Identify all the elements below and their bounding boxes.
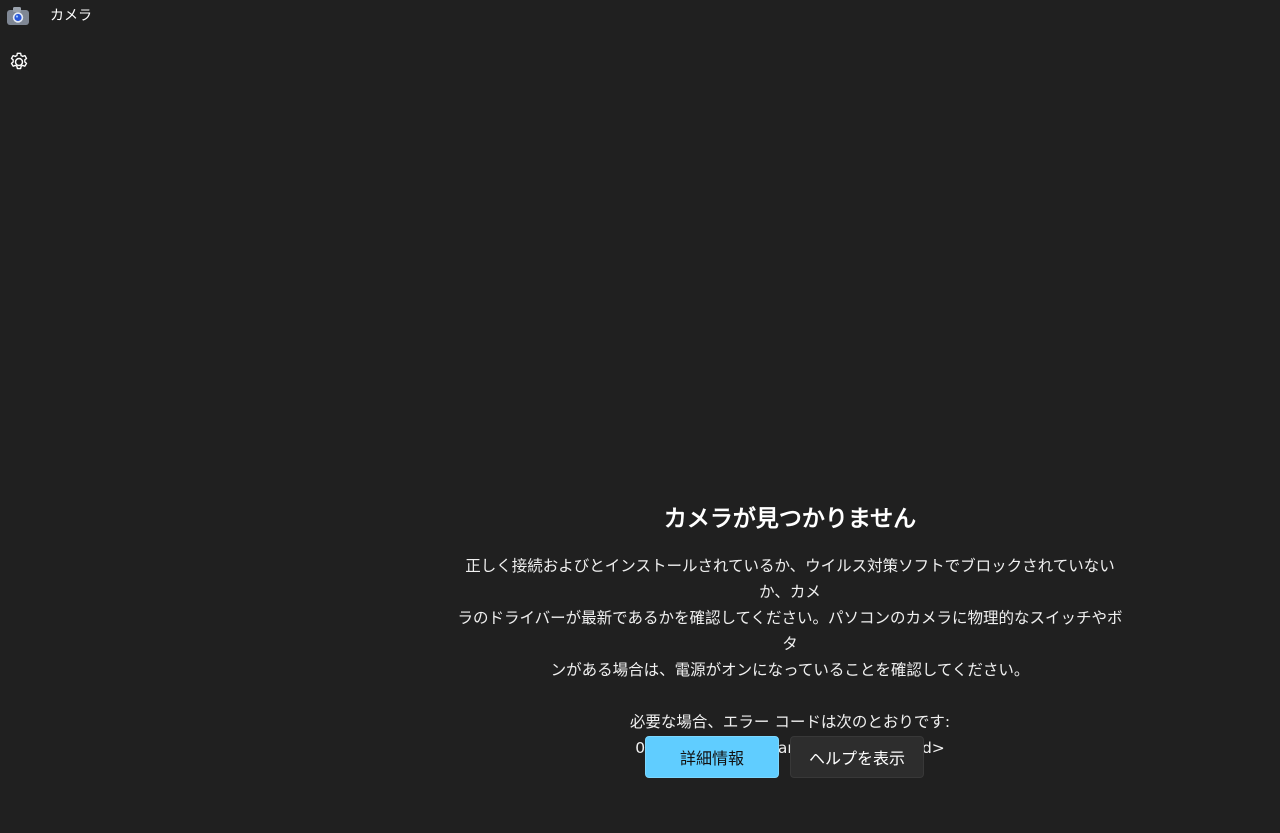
camera-icon bbox=[6, 6, 30, 26]
gear-icon bbox=[8, 51, 30, 77]
description-line: ンがある場合は、電源がオンになっていることを確認してください。 bbox=[550, 661, 1030, 679]
description-line: 正しく接続およびとインストールされているか、ウイルス対策ソフトでブロックされてい… bbox=[465, 557, 1115, 601]
details-button[interactable]: 詳細情報 bbox=[645, 736, 779, 778]
error-code-intro: 必要な場合、エラー コードは次のとおりです: bbox=[629, 713, 951, 731]
camera-app-window: カメラ カメラが見つかりません 正しく接続およびとインストールされているか、ウイ… bbox=[0, 0, 1280, 833]
action-buttons: 詳細情報 ヘルプを表示 bbox=[645, 736, 924, 778]
camera-not-found-message: カメラが見つかりません 正しく接続およびとインストールされているか、ウイルス対策… bbox=[450, 502, 1130, 761]
settings-button[interactable] bbox=[4, 50, 34, 78]
help-button[interactable]: ヘルプを表示 bbox=[790, 736, 924, 778]
error-title: カメラが見つかりません bbox=[663, 506, 917, 532]
description-line: ラのドライバーが最新であるかを確認してください。パソコンのカメラに物理的なスイッ… bbox=[457, 609, 1123, 653]
title-bar: カメラ bbox=[0, 0, 1280, 34]
app-title: カメラ bbox=[50, 8, 92, 24]
error-description: 正しく接続およびとインストールされているか、ウイルス対策ソフトでブロックされてい… bbox=[450, 553, 1130, 683]
